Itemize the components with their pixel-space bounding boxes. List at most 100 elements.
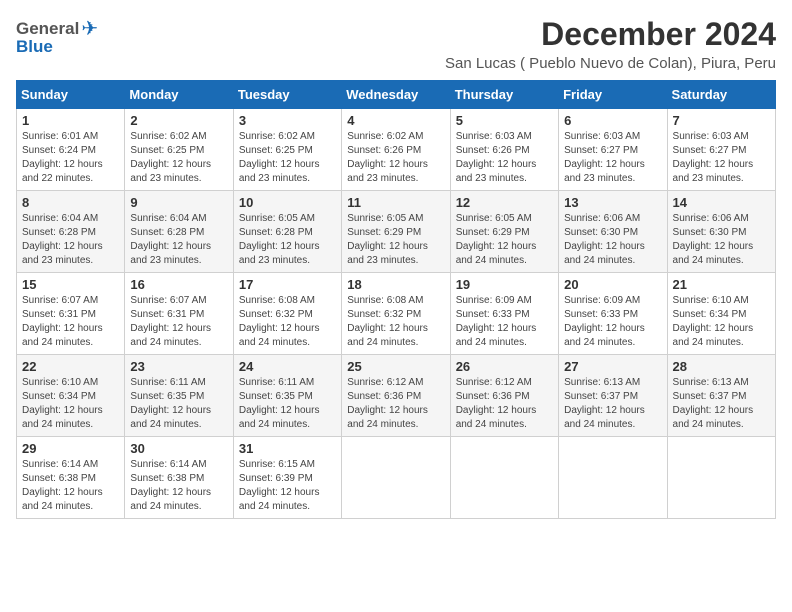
day-info: Sunrise: 6:02 AM Sunset: 6:25 PM Dayligh… [130, 130, 227, 186]
day-number: 15 [22, 277, 119, 292]
day-info: Sunrise: 6:14 AM Sunset: 6:38 PM Dayligh… [130, 458, 227, 514]
day-info: Sunrise: 6:07 AM Sunset: 6:31 PM Dayligh… [130, 294, 227, 350]
col-header-sunday: Sunday [17, 81, 125, 109]
day-number: 22 [22, 359, 119, 374]
day-number: 25 [347, 359, 444, 374]
day-info: Sunrise: 6:02 AM Sunset: 6:26 PM Dayligh… [347, 130, 444, 186]
table-row [667, 437, 775, 519]
table-row: 12 Sunrise: 6:05 AM Sunset: 6:29 PM Dayli… [450, 191, 558, 273]
day-info: Sunrise: 6:08 AM Sunset: 6:32 PM Dayligh… [347, 294, 444, 350]
table-row: 19 Sunrise: 6:09 AM Sunset: 6:33 PM Dayli… [450, 273, 558, 355]
table-row: 8 Sunrise: 6:04 AM Sunset: 6:28 PM Daylig… [17, 191, 125, 273]
table-row: 2Sunrise: 6:02 AM Sunset: 6:25 PM Daylig… [125, 109, 233, 191]
day-info: Sunrise: 6:13 AM Sunset: 6:37 PM Dayligh… [673, 376, 770, 432]
day-info: Sunrise: 6:11 AM Sunset: 6:35 PM Dayligh… [239, 376, 336, 432]
day-info: Sunrise: 6:04 AM Sunset: 6:28 PM Dayligh… [22, 212, 119, 268]
day-number: 26 [456, 359, 553, 374]
table-row: 6 Sunrise: 6:03 AM Sunset: 6:27 PM Daylig… [559, 109, 667, 191]
day-info: Sunrise: 6:01 AM Sunset: 6:24 PM Dayligh… [22, 130, 119, 186]
table-row: 20 Sunrise: 6:09 AM Sunset: 6:33 PM Dayli… [559, 273, 667, 355]
table-row: 11 Sunrise: 6:05 AM Sunset: 6:29 PM Dayli… [342, 191, 450, 273]
day-number: 20 [564, 277, 661, 292]
table-row: 10 Sunrise: 6:05 AM Sunset: 6:28 PM Dayli… [233, 191, 341, 273]
day-number: 12 [456, 195, 553, 210]
logo: General ✈ Blue [16, 16, 98, 57]
day-info: Sunrise: 6:05 AM Sunset: 6:29 PM Dayligh… [347, 212, 444, 268]
day-number: 19 [456, 277, 553, 292]
table-row [450, 437, 558, 519]
main-title: December 2024 [445, 16, 776, 53]
day-number: 3 [239, 113, 336, 128]
day-info: Sunrise: 6:03 AM Sunset: 6:27 PM Dayligh… [564, 130, 661, 186]
day-info: Sunrise: 6:09 AM Sunset: 6:33 PM Dayligh… [564, 294, 661, 350]
table-row: 1 Sunrise: 6:01 AM Sunset: 6:24 PM Daylig… [17, 109, 125, 191]
table-row: 3 Sunrise: 6:02 AM Sunset: 6:25 PM Daylig… [233, 109, 341, 191]
col-header-friday: Friday [559, 81, 667, 109]
col-header-thursday: Thursday [450, 81, 558, 109]
day-info: Sunrise: 6:12 AM Sunset: 6:36 PM Dayligh… [347, 376, 444, 432]
col-header-tuesday: Tuesday [233, 81, 341, 109]
table-row: 22 Sunrise: 6:10 AM Sunset: 6:34 PM Dayli… [17, 355, 125, 437]
day-info: Sunrise: 6:09 AM Sunset: 6:33 PM Dayligh… [456, 294, 553, 350]
day-number: 18 [347, 277, 444, 292]
logo-general-text: General [16, 19, 79, 39]
day-number: 10 [239, 195, 336, 210]
table-row: 21Sunrise: 6:10 AM Sunset: 6:34 PM Dayli… [667, 273, 775, 355]
day-number: 24 [239, 359, 336, 374]
table-row: 16 Sunrise: 6:07 AM Sunset: 6:31 PM Dayli… [125, 273, 233, 355]
day-number: 27 [564, 359, 661, 374]
day-number: 31 [239, 441, 336, 456]
logo-bird-icon: ✈ [81, 16, 98, 41]
table-row: 9Sunrise: 6:04 AM Sunset: 6:28 PM Daylig… [125, 191, 233, 273]
day-info: Sunrise: 6:05 AM Sunset: 6:29 PM Dayligh… [456, 212, 553, 268]
day-number: 28 [673, 359, 770, 374]
table-row: 30 Sunrise: 6:14 AM Sunset: 6:38 PM Dayli… [125, 437, 233, 519]
table-row: 7 Sunrise: 6:03 AM Sunset: 6:27 PM Daylig… [667, 109, 775, 191]
table-row: 15 Sunrise: 6:07 AM Sunset: 6:31 PM Dayli… [17, 273, 125, 355]
day-info: Sunrise: 6:04 AM Sunset: 6:28 PM Dayligh… [130, 212, 227, 268]
day-number: 29 [22, 441, 119, 456]
day-number: 13 [564, 195, 661, 210]
col-header-monday: Monday [125, 81, 233, 109]
table-row: 23 Sunrise: 6:11 AM Sunset: 6:35 PM Dayli… [125, 355, 233, 437]
table-row: 17 Sunrise: 6:08 AM Sunset: 6:32 PM Dayli… [233, 273, 341, 355]
table-row: 25 Sunrise: 6:12 AM Sunset: 6:36 PM Dayli… [342, 355, 450, 437]
title-area: December 2024 San Lucas ( Pueblo Nuevo d… [445, 16, 776, 72]
calendar-table: SundayMondayTuesdayWednesdayThursdayFrid… [16, 80, 776, 519]
col-header-wednesday: Wednesday [342, 81, 450, 109]
table-row: 24 Sunrise: 6:11 AM Sunset: 6:35 PM Dayli… [233, 355, 341, 437]
day-number: 8 [22, 195, 119, 210]
table-row: 28 Sunrise: 6:13 AM Sunset: 6:37 PM Dayli… [667, 355, 775, 437]
col-header-saturday: Saturday [667, 81, 775, 109]
day-number: 4 [347, 113, 444, 128]
day-number: 30 [130, 441, 227, 456]
day-number: 16 [130, 277, 227, 292]
day-info: Sunrise: 6:13 AM Sunset: 6:37 PM Dayligh… [564, 376, 661, 432]
day-info: Sunrise: 6:08 AM Sunset: 6:32 PM Dayligh… [239, 294, 336, 350]
day-info: Sunrise: 6:07 AM Sunset: 6:31 PM Dayligh… [22, 294, 119, 350]
day-number: 17 [239, 277, 336, 292]
day-info: Sunrise: 6:10 AM Sunset: 6:34 PM Dayligh… [673, 294, 770, 350]
table-row: 26 Sunrise: 6:12 AM Sunset: 6:36 PM Dayli… [450, 355, 558, 437]
day-number: 11 [347, 195, 444, 210]
day-number: 14 [673, 195, 770, 210]
day-number: 1 [22, 113, 119, 128]
day-info: Sunrise: 6:06 AM Sunset: 6:30 PM Dayligh… [673, 212, 770, 268]
day-info: Sunrise: 6:05 AM Sunset: 6:28 PM Dayligh… [239, 212, 336, 268]
header: General ✈ Blue December 2024 San Lucas (… [16, 16, 776, 72]
day-info: Sunrise: 6:02 AM Sunset: 6:25 PM Dayligh… [239, 130, 336, 186]
day-number: 23 [130, 359, 227, 374]
subtitle: San Lucas ( Pueblo Nuevo de Colan), Piur… [445, 55, 776, 72]
day-number: 5 [456, 113, 553, 128]
day-info: Sunrise: 6:11 AM Sunset: 6:35 PM Dayligh… [130, 376, 227, 432]
table-row [342, 437, 450, 519]
day-info: Sunrise: 6:06 AM Sunset: 6:30 PM Dayligh… [564, 212, 661, 268]
table-row: 27 Sunrise: 6:13 AM Sunset: 6:37 PM Dayli… [559, 355, 667, 437]
day-info: Sunrise: 6:03 AM Sunset: 6:27 PM Dayligh… [673, 130, 770, 186]
table-row: 4 Sunrise: 6:02 AM Sunset: 6:26 PM Daylig… [342, 109, 450, 191]
day-info: Sunrise: 6:12 AM Sunset: 6:36 PM Dayligh… [456, 376, 553, 432]
day-number: 7 [673, 113, 770, 128]
day-info: Sunrise: 6:10 AM Sunset: 6:34 PM Dayligh… [22, 376, 119, 432]
day-number: 6 [564, 113, 661, 128]
table-row: 31Sunrise: 6:15 AM Sunset: 6:39 PM Dayli… [233, 437, 341, 519]
